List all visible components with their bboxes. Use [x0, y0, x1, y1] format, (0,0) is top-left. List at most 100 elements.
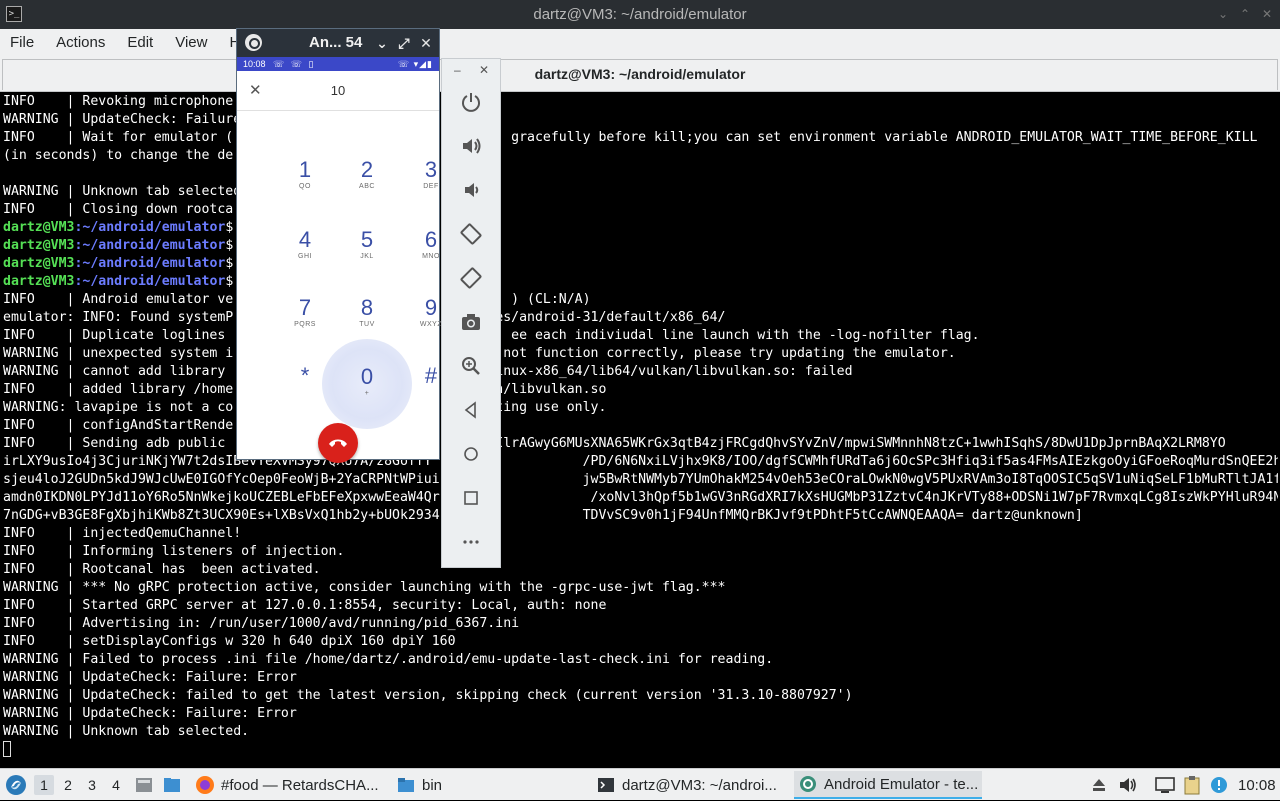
- task-hexchat[interactable]: #food — RetardsCHA...: [191, 771, 383, 799]
- task-terminal[interactable]: dartz@VM3: ~/androi...: [592, 771, 781, 799]
- taskbar: 1 2 3 4 #food — RetardsCHA... bin dartz@…: [0, 768, 1280, 800]
- minimize-icon[interactable]: –: [454, 63, 461, 77]
- task-label: Android Emulator - te...: [824, 775, 979, 793]
- dial-key-4[interactable]: 4 GHI: [275, 227, 335, 285]
- dial-key-letters: JKL: [360, 253, 374, 260]
- terminal-output[interactable]: INFO | Revoking microphone WARNING | Upda…: [2, 93, 1278, 768]
- terminal-titlebar[interactable]: >_ dartz@VM3: ~/android/emulator ⌄ ⌃ ✕: [0, 0, 1280, 29]
- task-android-emulator[interactable]: Android Emulator - te...: [794, 771, 983, 799]
- desktop-4[interactable]: 4: [106, 775, 126, 795]
- task-bin[interactable]: bin: [392, 771, 446, 799]
- status-time: 10:08: [243, 59, 266, 69]
- prompt-symbol: $: [225, 238, 234, 253]
- prompt-user: dartz@VM3: [3, 274, 75, 289]
- terminal-line: dartz@VM3:~/android/emulator$: [3, 219, 1278, 237]
- volume-up-icon[interactable]: [456, 131, 486, 161]
- end-call-button[interactable]: [318, 423, 358, 463]
- terminal-line: WARNING | UpdateCheck: Failure: Error: [3, 670, 297, 685]
- terminal-line: WARNING | UpdateCheck: Failure: Error: [3, 706, 297, 721]
- terminal-line: WARNING | Failed to process .ini file /h…: [3, 652, 774, 667]
- dial-key-1[interactable]: 1 QO: [275, 157, 335, 215]
- fullscreen-icon[interactable]: ⤢: [395, 33, 413, 53]
- clipboard-icon[interactable]: [1182, 769, 1202, 801]
- close-icon[interactable]: ✕: [479, 63, 489, 77]
- menu-edit[interactable]: Edit: [117, 29, 165, 57]
- dial-key-letters: +: [364, 390, 370, 397]
- terminal-line: WARNING | Unknown tab selected: [3, 184, 242, 199]
- dial-key-7[interactable]: 7 PQRS: [275, 295, 335, 353]
- dialer-number-field[interactable]: ✕ 10: [237, 71, 439, 111]
- terminal-line: INFO | Started GRPC server at 127.0.0.1:…: [3, 598, 607, 613]
- back-icon[interactable]: [456, 395, 486, 425]
- camera-icon[interactable]: [456, 307, 486, 337]
- terminal-line: INFO | Advertising in: /run/user/1000/av…: [3, 616, 520, 631]
- terminal-cursor: [3, 741, 11, 757]
- prompt-path: :~/android/emulator: [74, 274, 226, 289]
- terminal-tab[interactable]: dartz@VM3: ~/android/emulator: [2, 59, 1278, 90]
- menu-file[interactable]: File: [0, 29, 46, 57]
- terminal-line: INFO | injectedQemuChannel!: [3, 526, 242, 541]
- home-icon[interactable]: [456, 439, 486, 469]
- terminal-window: >_ dartz@VM3: ~/android/emulator ⌄ ⌃ ✕ F…: [0, 0, 1280, 768]
- dial-key-letters: GHI: [298, 253, 312, 260]
- files-icon[interactable]: [162, 769, 182, 801]
- emulator-title: An... 54: [309, 34, 363, 51]
- task-label: bin: [422, 776, 443, 794]
- zoom-icon[interactable]: [456, 351, 486, 381]
- volume-icon[interactable]: [1118, 769, 1138, 801]
- updates-icon[interactable]: [1210, 769, 1228, 801]
- desktop-3[interactable]: 3: [82, 775, 102, 795]
- terminal-line: dartz@VM3:~/android/emulator$: [3, 273, 1278, 291]
- close-icon[interactable]: ✕: [417, 33, 435, 53]
- terminal-line: (in seconds) to change the de: [3, 148, 234, 163]
- phone-hangup-icon: [329, 439, 347, 447]
- prompt-user: dartz@VM3: [3, 220, 75, 235]
- power-icon[interactable]: [456, 87, 486, 117]
- rotate-left-icon[interactable]: [456, 219, 486, 249]
- desktop-1[interactable]: 1: [34, 775, 54, 795]
- rotate-right-icon[interactable]: [456, 263, 486, 293]
- volume-down-icon[interactable]: [456, 175, 486, 205]
- dial-key-2[interactable]: 2 ABC: [337, 157, 397, 215]
- overview-icon[interactable]: [456, 483, 486, 513]
- dial-key-digit: 0: [360, 364, 374, 389]
- signal-battery-icons: ☏ ▾◢▮: [397, 59, 433, 69]
- prompt-symbol: $: [225, 256, 234, 271]
- prompt-symbol: $: [225, 274, 234, 289]
- terminal-tab-label: dartz@VM3: ~/android/emulator: [534, 66, 746, 82]
- terminal-line: INFO | Revoking microphone: [3, 94, 234, 109]
- terminal-line: 7nGDG+vB3GE8FgXbjhiKWb8Zt3UCX90Es+lXBsVx…: [3, 508, 1083, 523]
- desktop-2[interactable]: 2: [58, 775, 78, 795]
- minimize-icon[interactable]: ⌄: [1216, 4, 1230, 24]
- terminal-line: INFO | added library /home kan/libvulkan…: [3, 382, 607, 397]
- close-icon[interactable]: ✕: [1260, 4, 1274, 24]
- terminal-line: INFO | Android emulator ve ) (CL:N/A): [3, 292, 591, 307]
- terminal-line: sjeu4loJ2GUDn5kdJ9WJcUwE0IGOfYcOep0FeoWj…: [3, 472, 1278, 487]
- phone-screen[interactable]: 10:08 ☏ ☏ ▯ ☏ ▾◢▮ ✕ 10 1 QO 2 ABC 3 DEF 4 GHI 5 J…: [237, 57, 442, 463]
- minimize-icon[interactable]: ⌄: [373, 33, 391, 53]
- terminal-line: INFO | Closing down rootca: [3, 202, 234, 217]
- terminal-line: [3, 741, 1278, 759]
- eject-icon[interactable]: [1090, 769, 1108, 801]
- show-desktop-icon[interactable]: [134, 769, 154, 801]
- application-launcher-icon[interactable]: [4, 769, 28, 801]
- emulator-titlebar[interactable]: An... 54 ⌄ ⤢ ✕: [237, 29, 439, 57]
- terminal-line: WARNING | cannot add library /linux-x86_…: [3, 364, 853, 379]
- dial-key-0[interactable]: 0 +: [322, 339, 412, 429]
- dial-key-digit: 1: [298, 157, 312, 182]
- menu-actions[interactable]: Actions: [46, 29, 117, 57]
- dial-key-digit: 2: [360, 157, 374, 182]
- more-icon[interactable]: [456, 527, 486, 557]
- dial-key-5[interactable]: 5 JKL: [337, 227, 397, 285]
- terminal-line: amdn0IKDN0LPYJd11oY6Ro5NnWkejkoUCZEBLeFb…: [3, 490, 1278, 505]
- prompt-symbol: $: [225, 220, 234, 235]
- prompt-path: :~/android/emulator: [74, 220, 226, 235]
- terminal-line: WARNING | Unknown tab selected.: [3, 724, 250, 739]
- maximize-icon[interactable]: ⌃: [1238, 4, 1252, 24]
- dial-key-digit: 4: [298, 227, 312, 252]
- menu-view[interactable]: View: [165, 29, 219, 57]
- clock[interactable]: 10:08: [1238, 769, 1276, 801]
- terminal-window-title: dartz@VM3: ~/android/emulator: [533, 6, 747, 23]
- network-icon[interactable]: [1154, 769, 1176, 801]
